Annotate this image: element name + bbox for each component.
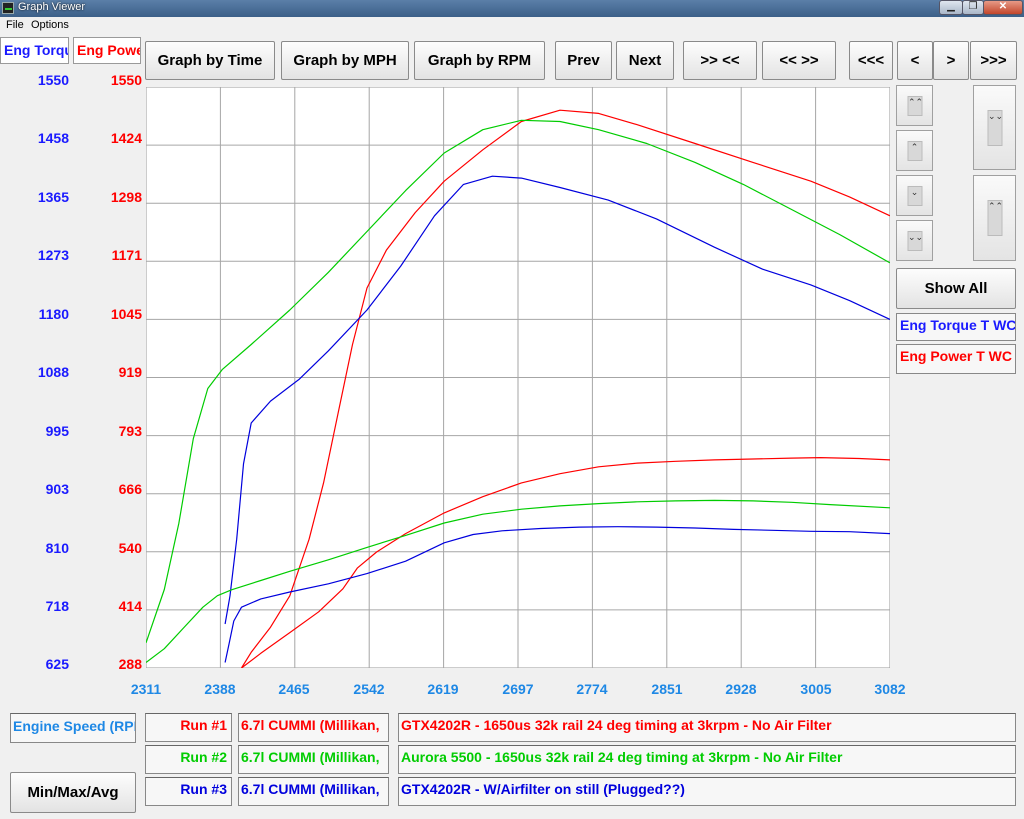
graph-by-mph-button[interactable]: Graph by MPH [281,41,409,80]
chevron-up-icon: ⌃ [907,140,922,161]
x-tick: 2542 [353,681,385,697]
scroll-last-button[interactable]: >>> [970,41,1017,80]
power-tick: 1171 [111,247,142,263]
scroll-up-button[interactable]: ⌃ [896,130,933,171]
menu-bar: File Options [0,17,1024,33]
page-down-button[interactable]: ⌄⌄ [973,85,1016,170]
run-2-description: Aurora 5500 - 1650us 32k rail 24 deg tim… [398,745,1016,774]
torque-tick: 903 [45,481,69,497]
double-chevron-up-icon: ⌃⌃ [987,200,1003,236]
menu-options[interactable]: Options [31,19,69,31]
x-tick: 2928 [725,681,757,697]
app-icon [2,2,14,14]
run-1-description: GTX4202R - 1650us 32k rail 24 deg timing… [398,713,1016,742]
power-tick: 414 [118,598,142,614]
run-3-vehicle: 6.7l CUMMI (Millikan, [238,777,389,806]
power-tick: 1045 [110,306,142,322]
x-tick: 2697 [502,681,534,697]
menu-file[interactable]: File [6,19,24,31]
graph-by-rpm-button[interactable]: Graph by RPM [414,41,545,80]
scroll-first-button[interactable]: <<< [849,41,893,80]
x-tick: 2465 [278,681,310,697]
power-tick: 1298 [110,189,142,205]
graph-by-time-button[interactable]: Graph by Time [145,41,275,80]
double-chevron-down-icon: ⌄⌄ [987,109,1003,146]
next-button[interactable]: Next [616,41,674,80]
page-up-button[interactable]: ⌃⌃ [973,175,1016,261]
torque-tick: 1088 [37,364,69,380]
restore-button[interactable]: ❐ [962,0,984,15]
show-all-button[interactable]: Show All [896,268,1016,309]
scroll-top-button[interactable]: ⌃⌃ [896,85,933,126]
power-tick: 919 [118,364,142,380]
run-1-vehicle: 6.7l CUMMI (Millikan, [238,713,389,742]
x-tick: 3082 [874,681,906,697]
torque-tick: 1180 [38,306,69,322]
scroll-bottom-button[interactable]: ⌄⌄ [896,220,933,261]
x-tick: 2311 [130,681,162,697]
zoom-in-button[interactable]: >> << [683,41,757,80]
torque-tick: 718 [45,598,69,614]
power-tick: 793 [118,423,142,439]
x-tick: 2388 [204,681,236,697]
run-2-label: Run #2 [145,745,232,774]
scroll-down-button[interactable]: ⌄ [896,175,933,216]
x-channel-label[interactable]: Engine Speed (RPM) [10,713,136,743]
x-tick: 2774 [576,681,608,697]
run-1-label: Run #1 [145,713,232,742]
x-tick: 2851 [651,681,683,697]
min-max-avg-button[interactable]: Min/Max/Avg [10,772,136,813]
zoom-out-button[interactable]: << >> [762,41,836,80]
torque-tick: 1365 [37,189,69,205]
series-label-power[interactable]: Eng Power T WC [896,344,1016,374]
run-3-label: Run #3 [145,777,232,806]
double-chevron-up-icon: ⌃⌃ [907,95,923,116]
x-tick: 3005 [800,681,832,697]
power-tick: 288 [118,656,142,672]
power-tick: 1424 [110,130,142,146]
torque-tick: 625 [45,656,69,672]
prev-button[interactable]: Prev [555,41,612,80]
torque-tick: 995 [45,423,69,439]
minimize-button[interactable]: ▁ [939,0,963,15]
torque-tick: 810 [45,540,69,556]
torque-tick: 1458 [37,130,69,146]
close-button[interactable]: ✕ [983,0,1023,15]
rpm-graph[interactable] [146,87,890,668]
title-bar: Graph Viewer ▁ ❐ ✕ [0,0,1024,17]
power-tick: 666 [118,481,142,497]
x-tick: 2619 [427,681,459,697]
run-3-description: GTX4202R - W/Airfilter on still (Plugged… [398,777,1016,806]
torque-tick: 1273 [37,247,69,263]
torque-tick: 1550 [37,72,69,88]
power-tick: 1550 [110,72,142,88]
scroll-back-button[interactable]: < [897,41,933,80]
window-title: Graph Viewer [18,1,86,13]
tab-eng-power[interactable]: Eng Power [73,37,141,64]
tab-eng-torque[interactable]: Eng Torque [0,37,69,64]
series-label-torque[interactable]: Eng Torque T WC [896,313,1016,341]
scroll-forward-button[interactable]: > [933,41,969,80]
run-2-vehicle: 6.7l CUMMI (Millikan, [238,745,389,774]
double-chevron-down-icon: ⌄⌄ [907,230,923,251]
power-tick: 540 [118,540,142,556]
chevron-down-icon: ⌄ [907,185,922,206]
